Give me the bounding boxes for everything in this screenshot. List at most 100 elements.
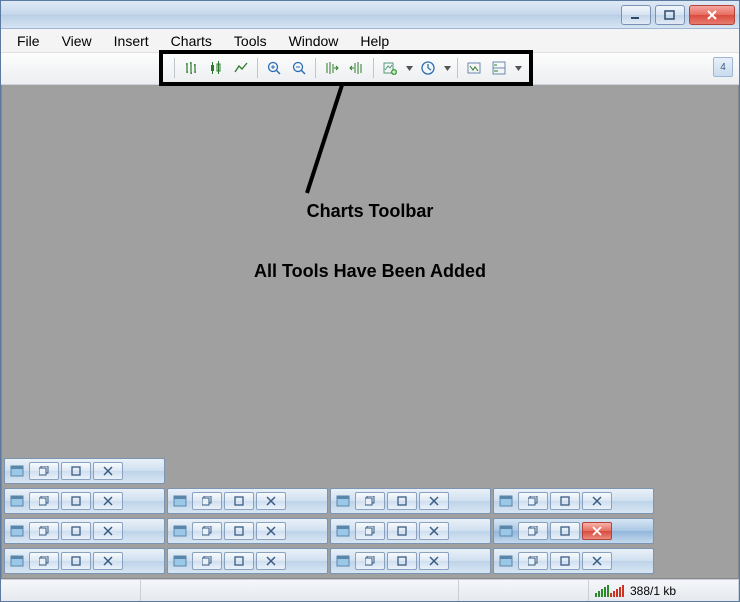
child-restore-button[interactable] — [355, 552, 385, 570]
child-window-tab[interactable] — [493, 518, 654, 544]
menu-charts[interactable]: Charts — [161, 31, 222, 51]
chart-window-icon — [496, 522, 516, 540]
child-close-button[interactable] — [582, 492, 612, 510]
child-window-tab[interactable] — [167, 548, 328, 574]
line-chart-icon[interactable] — [230, 57, 252, 79]
alerts-badge[interactable]: 4 — [713, 57, 733, 77]
child-maximize-button[interactable] — [61, 462, 91, 480]
child-maximize-button[interactable] — [224, 522, 254, 540]
minimize-button[interactable] — [621, 5, 651, 25]
connection-bars-icon — [595, 585, 624, 597]
menu-bar: File View Insert Charts Tools Window Hel… — [1, 29, 739, 53]
bar-chart-icon[interactable] — [180, 57, 202, 79]
child-window-tab[interactable] — [167, 518, 328, 544]
child-maximize-button[interactable] — [550, 522, 580, 540]
child-close-button[interactable] — [93, 462, 123, 480]
zoom-out-icon[interactable] — [288, 57, 310, 79]
child-maximize-button[interactable] — [387, 522, 417, 540]
child-maximize-button[interactable] — [61, 552, 91, 570]
child-restore-button[interactable] — [29, 522, 59, 540]
candlestick-chart-icon[interactable] — [205, 57, 227, 79]
toolbar-separator — [174, 58, 175, 78]
periods-dropdown[interactable] — [442, 57, 452, 79]
child-close-button[interactable] — [419, 522, 449, 540]
close-button[interactable] — [689, 5, 735, 25]
child-close-button[interactable] — [419, 492, 449, 510]
child-restore-button[interactable] — [518, 522, 548, 540]
child-window-tab[interactable] — [493, 548, 654, 574]
child-close-button[interactable] — [93, 522, 123, 540]
child-maximize-button[interactable] — [224, 492, 254, 510]
child-restore-button[interactable] — [192, 552, 222, 570]
child-close-button[interactable] — [256, 552, 286, 570]
menu-tools[interactable]: Tools — [224, 31, 277, 51]
child-maximize-button[interactable] — [387, 492, 417, 510]
chart-window-icon — [496, 492, 516, 510]
child-restore-button[interactable] — [29, 462, 59, 480]
toolbar-row: 4 — [1, 53, 739, 85]
tile-icon[interactable] — [488, 57, 510, 79]
child-window-tab[interactable] — [330, 518, 491, 544]
maximize-button[interactable] — [655, 5, 685, 25]
child-close-button[interactable] — [419, 552, 449, 570]
chart-window-icon — [170, 552, 190, 570]
child-window-tab[interactable] — [4, 548, 165, 574]
status-connection[interactable]: 388/1 kb — [589, 580, 739, 601]
child-restore-button[interactable] — [355, 492, 385, 510]
child-close-button[interactable] — [582, 552, 612, 570]
menu-insert[interactable]: Insert — [104, 31, 159, 51]
child-maximize-button[interactable] — [61, 492, 91, 510]
indicators-icon[interactable] — [379, 57, 401, 79]
toolbar-separator — [373, 58, 374, 78]
child-close-button[interactable] — [582, 522, 612, 540]
child-close-button[interactable] — [93, 492, 123, 510]
chart-window-icon — [7, 552, 27, 570]
tile-dropdown[interactable] — [513, 57, 523, 79]
child-maximize-button[interactable] — [387, 552, 417, 570]
child-maximize-button[interactable] — [224, 552, 254, 570]
menu-view[interactable]: View — [52, 31, 102, 51]
child-close-button[interactable] — [93, 552, 123, 570]
child-maximize-button[interactable] — [550, 492, 580, 510]
chart-window-icon — [170, 522, 190, 540]
child-window-tab[interactable] — [4, 518, 165, 544]
periods-icon[interactable] — [417, 57, 439, 79]
child-close-button[interactable] — [256, 522, 286, 540]
status-cell — [141, 580, 459, 601]
child-window-tab[interactable] — [493, 488, 654, 514]
child-window-tab[interactable] — [167, 488, 328, 514]
chart-window-icon — [333, 492, 353, 510]
child-restore-button[interactable] — [192, 492, 222, 510]
status-cell — [1, 580, 141, 601]
child-window-tab[interactable] — [4, 488, 165, 514]
child-windows-grid — [4, 458, 654, 576]
annotation-pointer-line — [302, 85, 382, 195]
chart-shift-icon[interactable] — [346, 57, 368, 79]
traffic-text: 388/1 kb — [630, 584, 676, 598]
child-restore-button[interactable] — [29, 492, 59, 510]
status-cell — [459, 580, 589, 601]
child-close-button[interactable] — [256, 492, 286, 510]
child-maximize-button[interactable] — [61, 522, 91, 540]
toolbar-separator — [315, 58, 316, 78]
child-restore-button[interactable] — [355, 522, 385, 540]
child-restore-button[interactable] — [518, 492, 548, 510]
child-window-tab[interactable] — [330, 488, 491, 514]
auto-scroll-icon[interactable] — [321, 57, 343, 79]
child-restore-button[interactable] — [192, 522, 222, 540]
menu-help[interactable]: Help — [350, 31, 399, 51]
child-window-tab[interactable] — [4, 458, 165, 484]
child-restore-button[interactable] — [518, 552, 548, 570]
child-maximize-button[interactable] — [550, 552, 580, 570]
child-restore-button[interactable] — [29, 552, 59, 570]
chart-window-icon — [7, 462, 27, 480]
annotation-label-body: All Tools Have Been Added — [2, 261, 738, 282]
templates-icon[interactable] — [463, 57, 485, 79]
indicators-dropdown[interactable] — [404, 57, 414, 79]
status-bar: 388/1 kb — [1, 579, 739, 601]
child-window-tab[interactable] — [330, 548, 491, 574]
menu-window[interactable]: Window — [279, 31, 349, 51]
toolbar-separator — [257, 58, 258, 78]
zoom-in-icon[interactable] — [263, 57, 285, 79]
menu-file[interactable]: File — [7, 31, 50, 51]
